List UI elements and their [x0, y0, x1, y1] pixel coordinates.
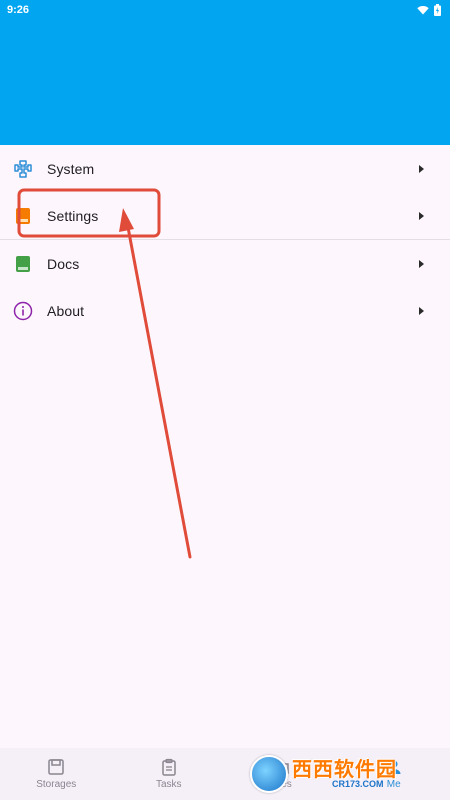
wifi-icon	[417, 6, 429, 15]
nav-item-storages[interactable]: Storages	[0, 748, 113, 800]
settings-book-icon	[13, 206, 33, 226]
nav-label: Tasks	[155, 779, 182, 790]
nav-label: Files	[270, 779, 292, 790]
storage-icon	[48, 759, 64, 775]
chevron-right-icon	[419, 164, 424, 173]
menu-item-label: Docs	[47, 255, 80, 272]
menu-item-label: About	[47, 302, 85, 319]
menu-item-about[interactable]: About	[0, 287, 450, 334]
nav-item-tasks[interactable]: Tasks	[113, 748, 226, 800]
nav-label: Me	[386, 779, 401, 790]
battery-icon	[434, 4, 441, 16]
clipboard-icon	[162, 758, 176, 776]
puzzle-icon	[13, 159, 33, 179]
menu-item-settings[interactable]: Settings	[0, 192, 450, 239]
info-icon	[13, 301, 33, 321]
bottom-nav: Storages Tasks Files Me	[0, 748, 450, 800]
chevron-right-icon	[419, 211, 424, 220]
chevron-right-icon	[419, 306, 424, 315]
person-icon	[387, 760, 401, 774]
app-header: 9:26	[0, 0, 450, 145]
me-menu: System Settings Docs About	[0, 145, 450, 334]
folder-icon	[273, 761, 289, 774]
menu-item-system[interactable]: System	[0, 145, 450, 192]
status-time: 9:26	[7, 4, 30, 16]
chevron-right-icon	[419, 259, 424, 268]
book-icon	[13, 254, 33, 274]
nav-item-me[interactable]: Me	[338, 748, 450, 800]
status-bar: 9:26	[0, 0, 450, 20]
nav-item-files[interactable]: Files	[225, 748, 338, 800]
menu-item-label: System	[47, 160, 95, 177]
status-icons	[417, 4, 441, 16]
nav-label: Storages	[36, 779, 77, 790]
menu-item-docs[interactable]: Docs	[0, 240, 450, 287]
menu-item-label: Settings	[47, 207, 99, 224]
